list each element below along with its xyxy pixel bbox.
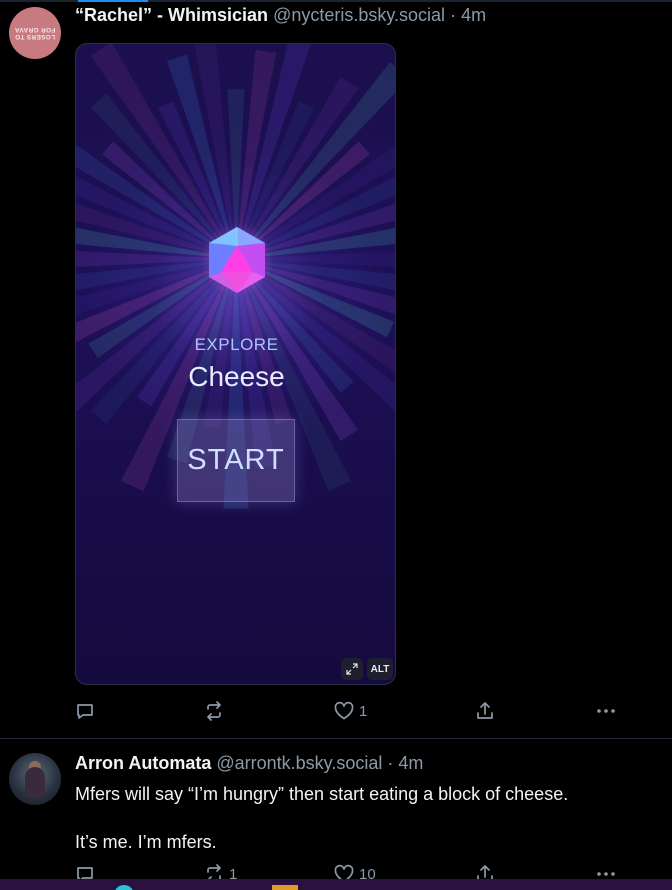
separator: ·	[450, 5, 457, 25]
subject-title: Cheese	[188, 361, 285, 392]
alt-text-button[interactable]: ALT	[367, 658, 393, 680]
post-text-line: It’s me. I’m mfers.	[75, 832, 217, 852]
author-name[interactable]: Arron Automata	[75, 753, 211, 773]
post-image[interactable]: EXPLORE Cheese START ALT	[75, 43, 396, 685]
timestamp[interactable]: 4m	[398, 753, 423, 773]
separator: ·	[387, 753, 394, 773]
avatar[interactable]: LOSERS TO FOR GRAVA	[9, 7, 61, 59]
author-handle[interactable]: @nycteris.bsky.social	[273, 5, 445, 25]
share-button[interactable]	[475, 700, 495, 722]
post-header: “Rachel” - Whimsician @nycteris.bsky.soc…	[75, 5, 486, 26]
post-header: Arron Automata @arrontk.bsky.social · 4m	[75, 753, 423, 774]
avatar[interactable]	[9, 753, 61, 805]
taskbar	[0, 879, 672, 890]
folder-taskbar-icon[interactable]	[272, 885, 298, 890]
like-button[interactable]: 1	[333, 700, 367, 722]
heart-icon	[334, 701, 354, 720]
post-arron[interactable]: Arron Automata @arrontk.bsky.social · 4m…	[0, 738, 672, 890]
expand-icon[interactable]	[341, 658, 363, 680]
browser-taskbar-icon[interactable]	[114, 885, 134, 890]
post-text: Mfers will say “I’m hungry” then start e…	[75, 782, 665, 854]
avatar-figure-body	[25, 767, 45, 797]
post-text-line: Mfers will say “I’m hungry” then start e…	[75, 784, 569, 804]
start-button[interactable]: START	[177, 419, 295, 502]
timestamp[interactable]: 4m	[461, 5, 486, 25]
author-name[interactable]: “Rachel” - Whimsician	[75, 5, 268, 25]
d20-dice-icon	[200, 223, 274, 297]
like-count: 1	[359, 702, 368, 720]
more-options-button[interactable]	[595, 700, 617, 722]
post-rachel[interactable]: LOSERS TO FOR GRAVA “Rachel” - Whimsicia…	[0, 0, 672, 738]
arrows-expand-icon	[346, 663, 358, 675]
author-handle[interactable]: @arrontk.bsky.social	[216, 753, 382, 773]
reply-icon	[77, 704, 93, 719]
reply-button[interactable]	[75, 700, 99, 722]
ellipsis-icon	[597, 709, 615, 713]
avatar-stamp-text: LOSERS TO FOR GRAVA	[14, 26, 56, 40]
share-icon	[477, 702, 493, 719]
post-actions: 1	[75, 700, 635, 722]
explore-label: EXPLORE	[194, 335, 279, 354]
repost-button[interactable]	[203, 700, 229, 722]
repost-icon	[207, 701, 221, 721]
